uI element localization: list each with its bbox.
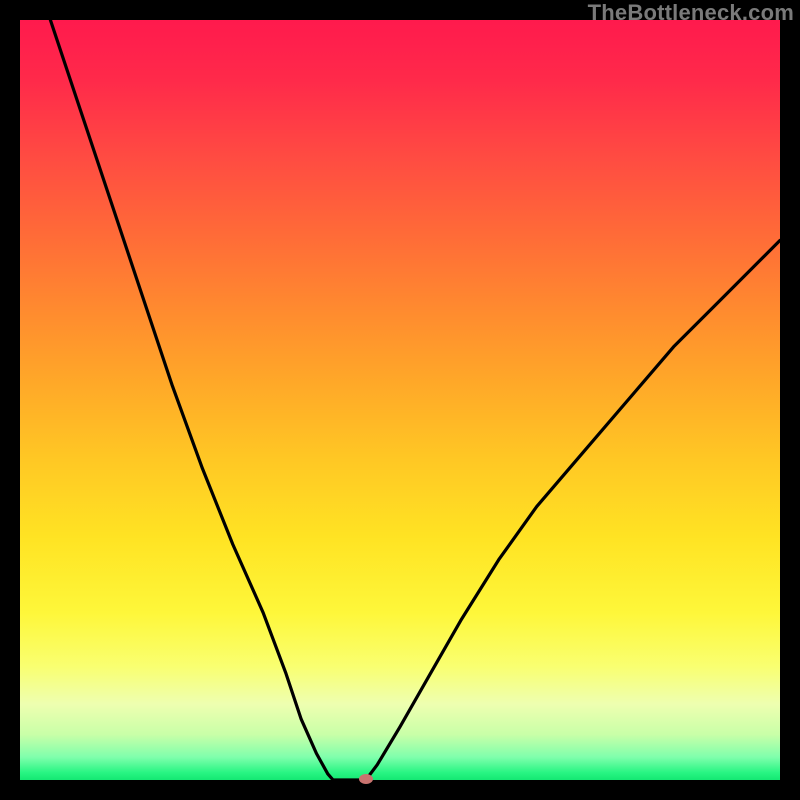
chart-marker-dot — [359, 774, 373, 784]
chart-plot-area — [20, 20, 780, 780]
chart-background-gradient — [20, 20, 780, 780]
